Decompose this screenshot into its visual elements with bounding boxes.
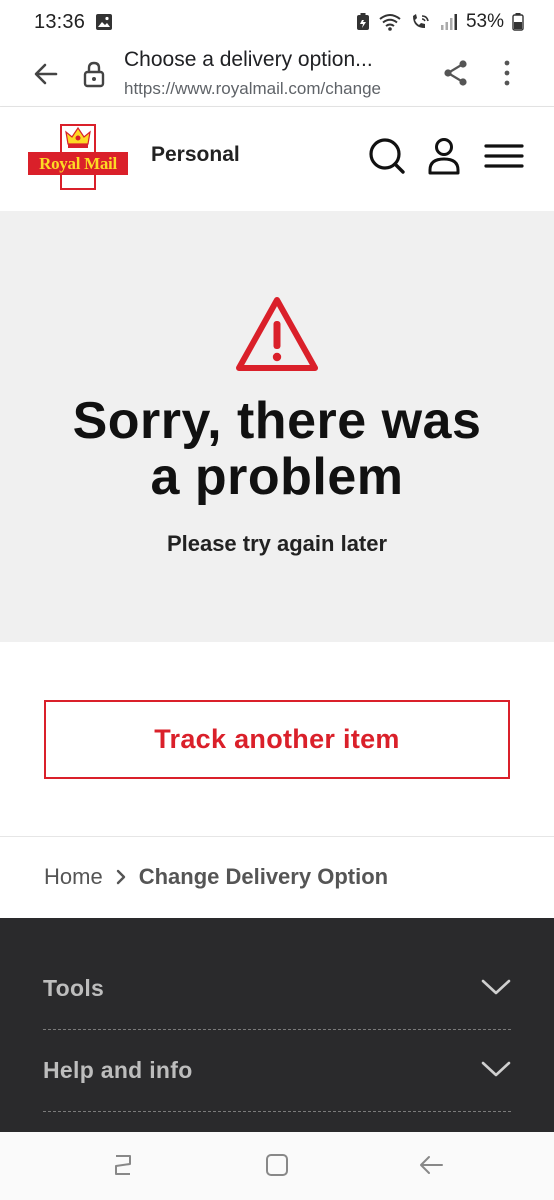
account-icon[interactable] xyxy=(427,137,461,180)
track-another-item-button[interactable]: Track another item xyxy=(44,700,510,779)
footer-item-help[interactable]: Help and info xyxy=(43,1030,511,1112)
battery-icon xyxy=(512,13,524,31)
footer: Tools Help and info xyxy=(0,918,554,1132)
logo-text: Royal Mail xyxy=(28,152,128,175)
nav-personal[interactable]: Personal xyxy=(151,143,240,167)
breadcrumb-home[interactable]: Home xyxy=(44,864,103,890)
error-panel: Sorry, there was a problem Please try ag… xyxy=(0,211,554,642)
chevron-right-icon xyxy=(115,868,127,886)
battery-percent: 53% xyxy=(465,11,504,32)
back-arrow-icon[interactable] xyxy=(32,60,60,93)
url-bar[interactable]: https://www.royalmail.com/change xyxy=(124,79,424,99)
royal-mail-logo[interactable]: Royal Mail xyxy=(28,124,128,190)
system-navigation-bar xyxy=(0,1132,554,1200)
browser-toolbar: Choose a delivery option... https://www.… xyxy=(0,44,554,106)
footer-item-label: Tools xyxy=(43,975,105,1001)
error-heading: Sorry, there was a problem xyxy=(72,392,482,506)
footer-item-label: Help and info xyxy=(43,1057,193,1083)
more-options-icon[interactable] xyxy=(500,59,514,92)
share-icon[interactable] xyxy=(442,59,470,92)
back-nav-icon[interactable] xyxy=(418,1152,444,1183)
signal-icon xyxy=(440,13,458,31)
menu-icon[interactable] xyxy=(484,143,524,174)
status-icons: 53% xyxy=(356,11,524,33)
chevron-down-icon xyxy=(481,978,511,1001)
battery-saver-icon xyxy=(356,13,370,31)
recent-apps-icon[interactable] xyxy=(110,1152,136,1183)
breadcrumb-current: Change Delivery Option xyxy=(138,864,389,889)
chevron-down-icon xyxy=(481,1060,511,1083)
section-divider xyxy=(0,836,554,837)
wifi-icon xyxy=(378,13,402,31)
lock-icon[interactable] xyxy=(82,60,106,93)
wifi-calling-icon xyxy=(410,13,432,31)
home-button-icon[interactable] xyxy=(264,1152,290,1183)
breadcrumb: Home Change Delivery Option xyxy=(44,864,388,890)
site-header: Royal Mail Personal xyxy=(0,107,554,211)
status-bar: 13:36 53% xyxy=(0,0,554,44)
status-time: 13:36 xyxy=(34,10,86,33)
page-title[interactable]: Choose a delivery option... xyxy=(124,48,373,72)
footer-item-tools[interactable]: Tools xyxy=(43,948,511,1030)
warning-icon xyxy=(234,295,320,378)
search-icon[interactable] xyxy=(368,137,406,180)
crown-icon xyxy=(65,126,91,155)
error-subtitle: Please try again later xyxy=(166,531,388,556)
gallery-notification-icon xyxy=(95,13,113,31)
